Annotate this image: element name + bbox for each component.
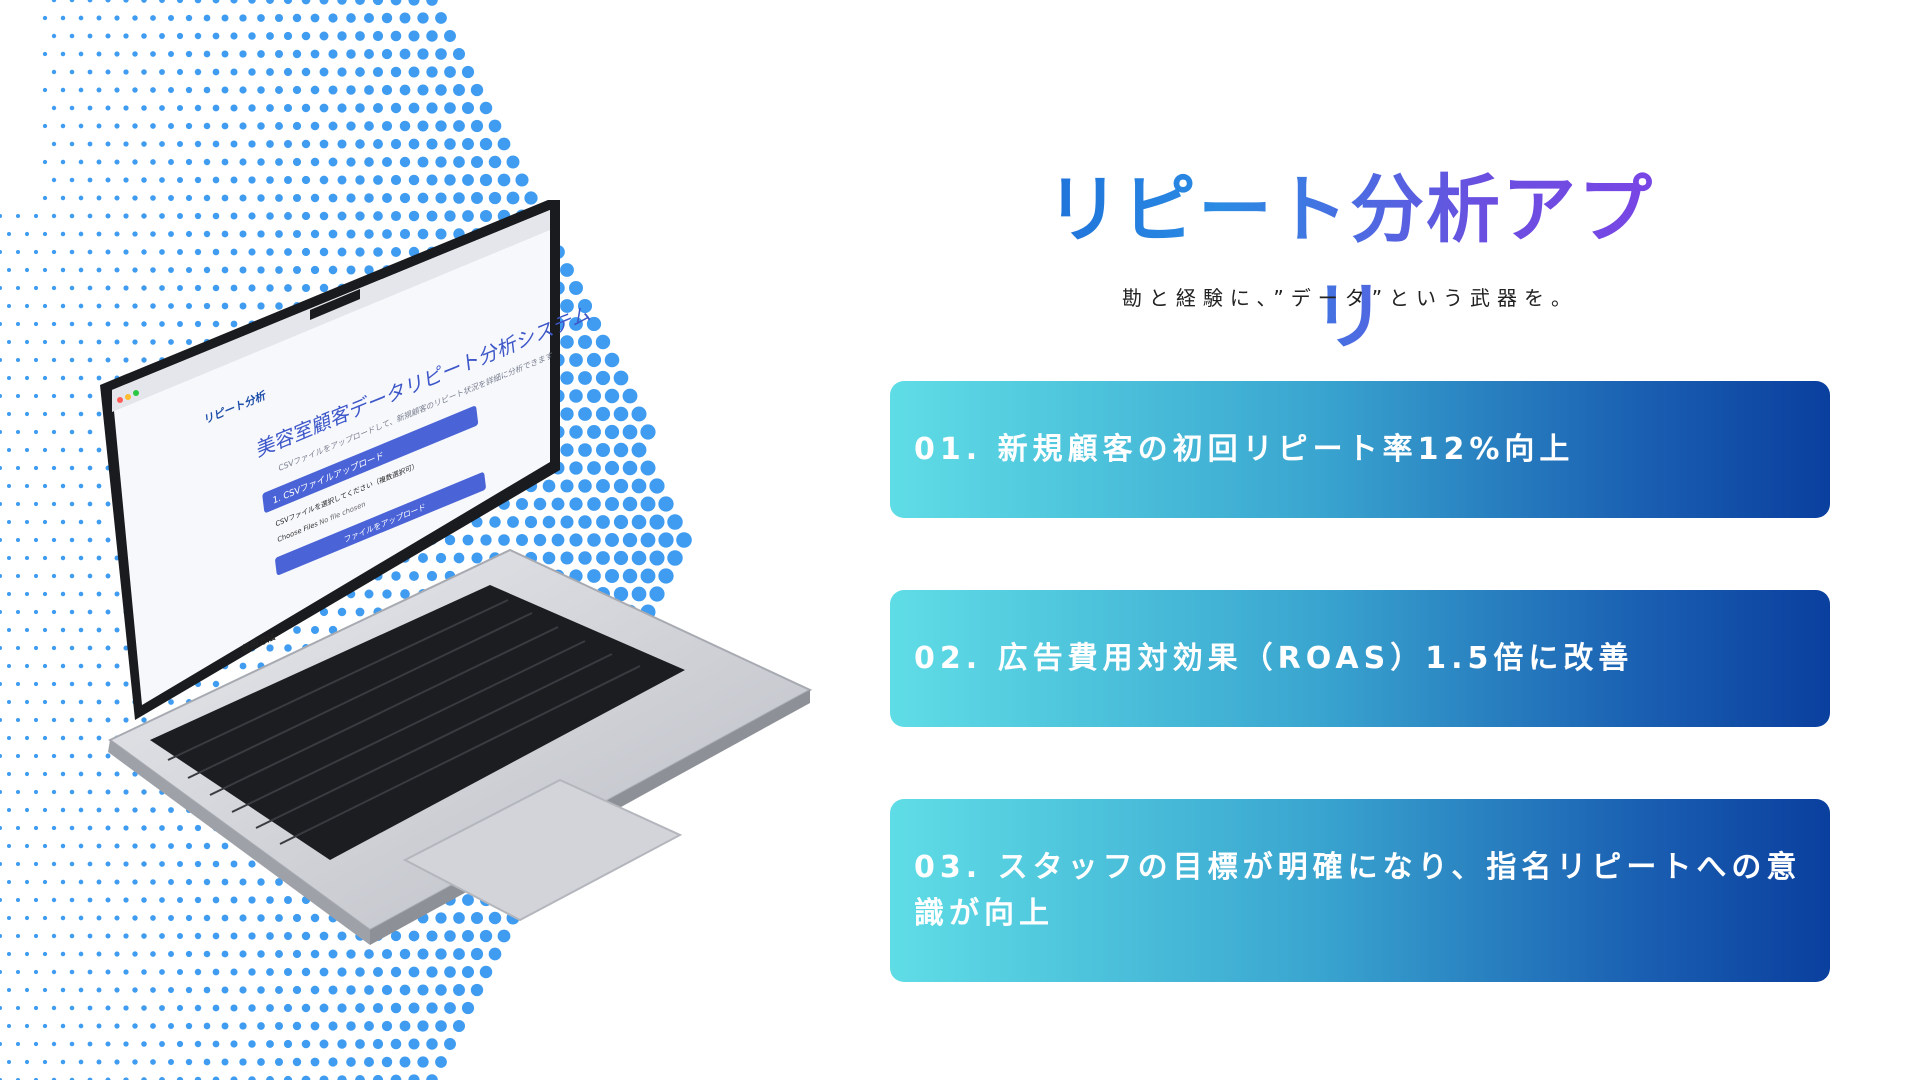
page-title: リピート分析アプリ <box>1020 150 1680 364</box>
feature-card-1: 01. 新規顧客の初回リピート率12%向上 <box>890 381 1830 518</box>
feature-card-2: 02. 広告費用対効果（ROAS）1.5倍に改善 <box>890 590 1830 727</box>
laptop-mockup: リピート分析 美容室顧客データリピート分析システム CSVファイルをアップロード… <box>100 200 813 945</box>
feature-card-2-text: 02. 広告費用対効果（ROAS）1.5倍に改善 <box>914 640 1634 676</box>
page-subtitle: 勘と経験に、”データ”という武器を。 <box>1121 286 1579 310</box>
feature-card-3-text: 03. スタッフの目標が明確になり、指名リピートへの意識が向上 <box>914 849 1802 931</box>
feature-card-1-text: 01. 新規顧客の初回リピート率12%向上 <box>914 431 1575 467</box>
feature-card-3: 03. スタッフの目標が明確になり、指名リピートへの意識が向上 <box>890 799 1830 982</box>
